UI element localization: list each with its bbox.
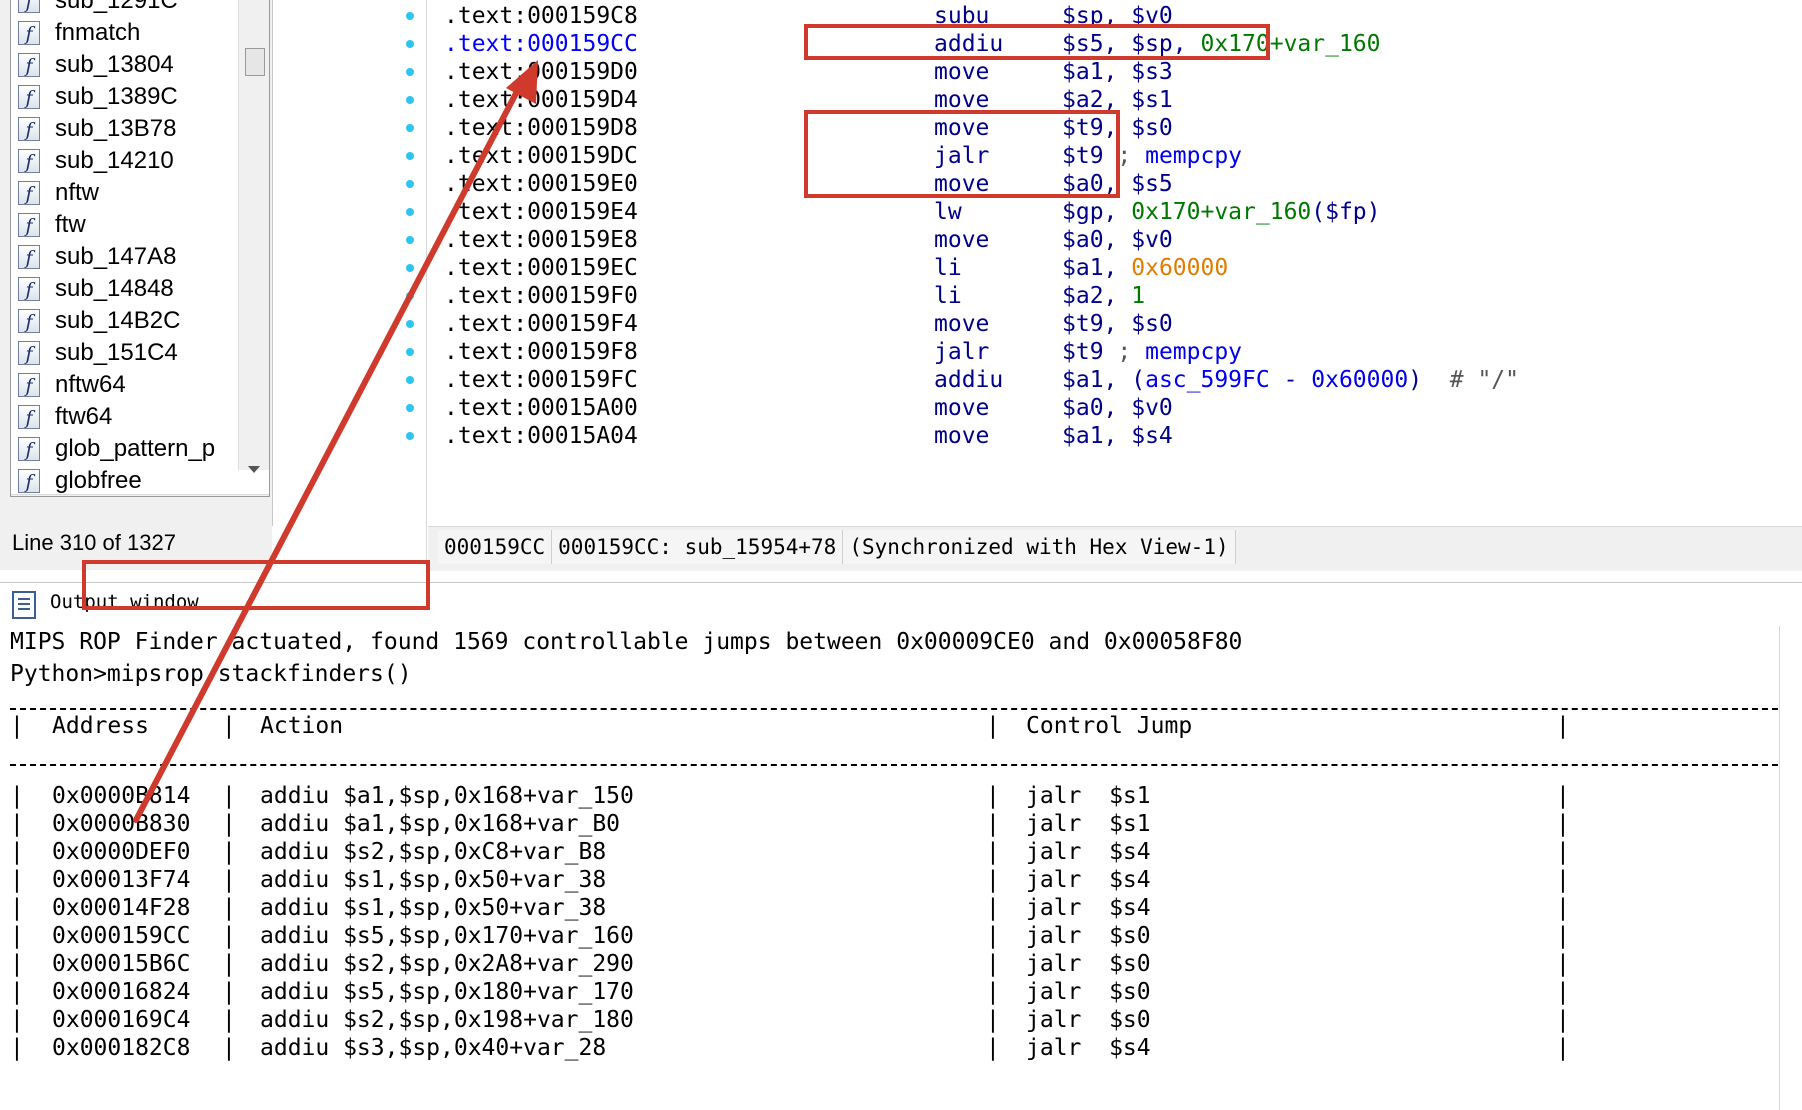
arrow-shaft (133, 75, 527, 823)
annotation-arrow (133, 60, 538, 823)
